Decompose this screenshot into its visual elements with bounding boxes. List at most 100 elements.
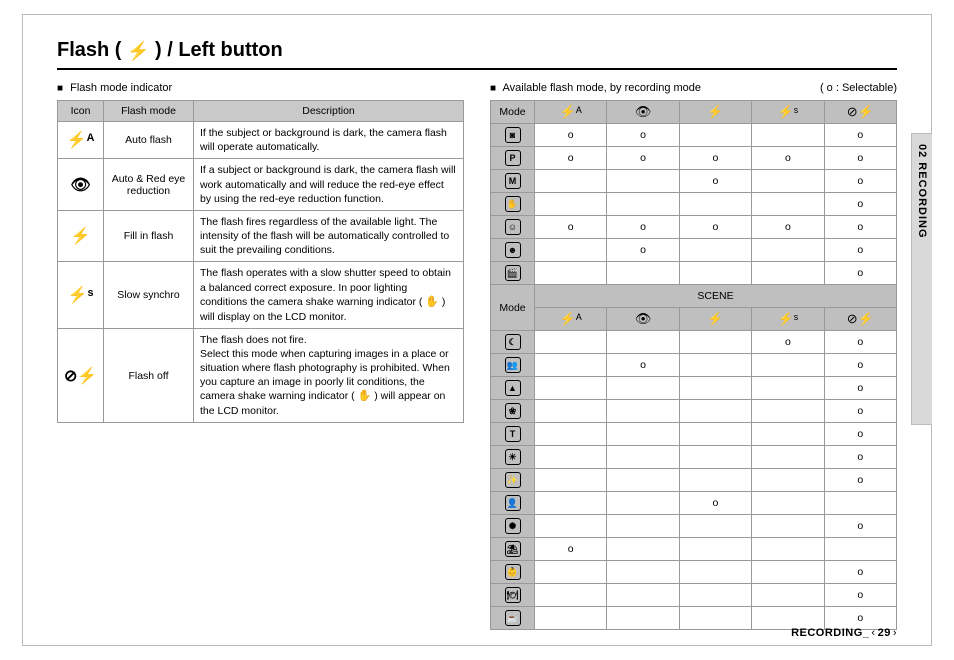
availability-cell [679, 561, 751, 584]
camera-shake-icon: ✋ [358, 389, 372, 404]
recording-mode-icon: 👤 [491, 492, 535, 515]
right-column: ■ Available flash mode, by recording mod… [490, 82, 897, 630]
table-row: 👥oo [491, 354, 897, 377]
availability-cell [535, 377, 607, 400]
availability-cell [607, 423, 679, 446]
availability-cell [679, 515, 751, 538]
availability-cell [679, 400, 751, 423]
title-prefix: Flash ( [57, 39, 121, 61]
flash-mode-description: The flash fires regardless of the availa… [194, 210, 464, 262]
flash-mode-description: If a subject or background is dark, the … [194, 159, 464, 211]
availability-cell [607, 561, 679, 584]
availability-cell [607, 584, 679, 607]
table-row: ✨o [491, 469, 897, 492]
recording-mode-icon: ☾ [491, 331, 535, 354]
flash-column-icon: ⚡ [679, 308, 751, 331]
availability-cell [535, 584, 607, 607]
recording-mode-icon: ✋ [491, 193, 535, 216]
availability-cell [535, 262, 607, 285]
table-row: 👁Auto & Red eye reductionIf a subject or… [58, 159, 464, 211]
table-row: 👶o [491, 561, 897, 584]
availability-cell [607, 377, 679, 400]
flash-mode-description: If the subject or background is dark, th… [194, 122, 464, 159]
availability-cell: o [679, 170, 751, 193]
availability-cell [752, 446, 824, 469]
availability-cell: o [824, 262, 896, 285]
availability-cell: o [679, 492, 751, 515]
table-row: ☺ooooo [491, 216, 897, 239]
page-number: 29 [878, 627, 891, 639]
flash-column-icon: 👁 [607, 101, 679, 124]
table-row: ◙ooo [491, 124, 897, 147]
availability-cell: o [824, 124, 896, 147]
table-header-row: Mode⚡ᴬ👁⚡⚡ˢ⊘⚡ [491, 101, 897, 124]
flash-column-icon: ⚡ˢ [752, 101, 824, 124]
availability-cell [679, 331, 751, 354]
recording-mode-icon: 🎬 [491, 262, 535, 285]
recording-mode-icon: ☻ [491, 239, 535, 262]
availability-cell [535, 170, 607, 193]
availability-cell [752, 469, 824, 492]
availability-cell [679, 584, 751, 607]
flash-column-icon: ⚡ᴬ [535, 308, 607, 331]
left-column: ■ Flash mode indicator Icon Flash mode D… [57, 82, 464, 630]
availability-cell [752, 538, 824, 561]
footer-label: RECORDING_ [791, 627, 869, 639]
flash-mode-name: Fill in flash [104, 210, 194, 262]
recording-mode-icon: ❀ [491, 400, 535, 423]
availability-cell [824, 538, 896, 561]
availability-cell [679, 239, 751, 262]
angle-left-icon: ‹ [871, 627, 875, 639]
flash-column-icon: ⚡ˢ [752, 308, 824, 331]
availability-cell: o [607, 124, 679, 147]
availability-cell: o [679, 216, 751, 239]
scene-separator-row: ModeSCENE [491, 285, 897, 308]
flash-icon: ⚡ [127, 41, 149, 62]
flash-mode-description: The flash operates with a slow shutter s… [194, 262, 464, 328]
availability-cell: o [824, 331, 896, 354]
availability-cell [607, 262, 679, 285]
table-row: Pooooo [491, 147, 897, 170]
recording-mode-icon: P [491, 147, 535, 170]
availability-cell: o [607, 147, 679, 170]
availability-cell: o [824, 216, 896, 239]
th-icon: Icon [58, 101, 104, 122]
recording-mode-icon: ☺ [491, 216, 535, 239]
availability-cell [535, 193, 607, 216]
flash-mode-description: The flash does not fire. Select this mod… [194, 328, 464, 423]
availability-cell: o [535, 216, 607, 239]
bullet-icon: ■ [490, 83, 496, 94]
recording-mode-icon: 👶 [491, 561, 535, 584]
right-heading-text: Available flash mode, by recording mode [503, 82, 702, 94]
angle-right-icon: › [893, 627, 897, 639]
table-row: Moo [491, 170, 897, 193]
chapter-tab-label: 02 RECORDING [916, 144, 928, 239]
availability-cell [535, 400, 607, 423]
flash-column-icon: ⊘⚡ [824, 101, 896, 124]
availability-cell: o [824, 354, 896, 377]
page-title-row: Flash ( ⚡ ) / Left button [57, 39, 897, 70]
flash-mode-table: Icon Flash mode Description ⚡ᴬAuto flash… [57, 100, 464, 423]
availability-cell [679, 538, 751, 561]
availability-cell [535, 354, 607, 377]
availability-cell [752, 193, 824, 216]
flash-mode-icon: ⚡ˢ [58, 262, 104, 328]
table-row: ⚡ˢSlow synchroThe flash operates with a … [58, 262, 464, 328]
table-row: 🍽o [491, 584, 897, 607]
availability-cell: o [824, 377, 896, 400]
table-header-row: ⚡ᴬ👁⚡⚡ˢ⊘⚡ [491, 308, 897, 331]
th-desc: Description [194, 101, 464, 122]
recording-mode-icon: 🍽 [491, 584, 535, 607]
availability-cell: o [824, 170, 896, 193]
availability-cell [679, 354, 751, 377]
recording-mode-icon: ☕ [491, 607, 535, 630]
availability-cell: o [824, 446, 896, 469]
table-row: ▲o [491, 377, 897, 400]
availability-cell [752, 400, 824, 423]
recording-mode-icon: ⛱ [491, 538, 535, 561]
availability-cell: o [824, 515, 896, 538]
availability-cell: o [535, 538, 607, 561]
availability-cell [607, 193, 679, 216]
camera-shake-icon: ✋ [425, 295, 439, 310]
availability-cell [607, 515, 679, 538]
